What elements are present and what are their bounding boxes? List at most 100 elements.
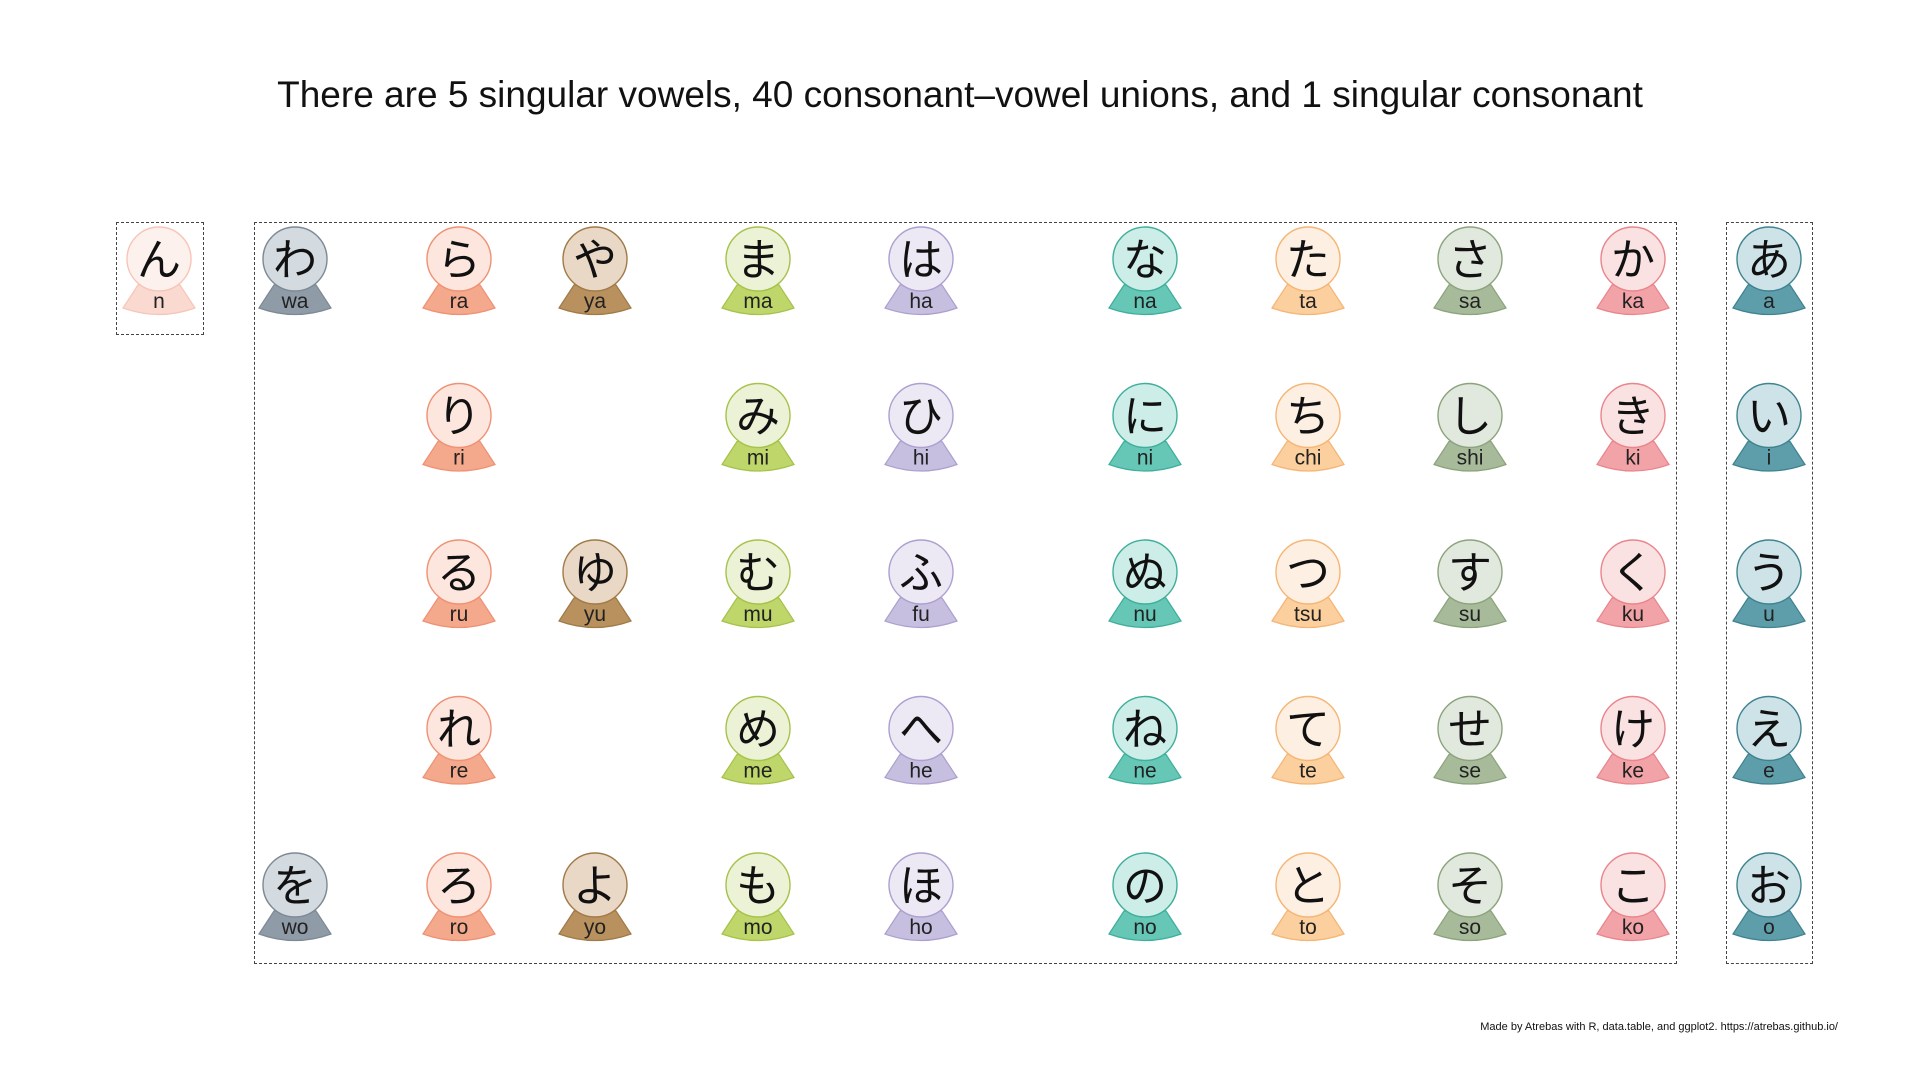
kana-character: ら (437, 235, 481, 286)
kana-tile-ne: ね ne (1108, 695, 1182, 785)
kana-character: す (1448, 548, 1492, 599)
kana-tile-ke: け ke (1596, 695, 1670, 785)
romaji-label: nu (1133, 603, 1156, 626)
kana-tile-se: せ se (1433, 695, 1507, 785)
kana-character: む (736, 548, 780, 599)
kana-tile-ho: ほ ho (884, 852, 958, 942)
kana-character: ね (1123, 705, 1167, 756)
kana-tile-mo: も mo (721, 852, 795, 942)
romaji-label: ra (450, 290, 469, 313)
romaji-label: ma (743, 290, 772, 313)
kana-character: を (273, 861, 317, 912)
kana-character: う (1747, 548, 1791, 599)
romaji-label: yu (584, 603, 606, 626)
kana-tile-to: と to (1271, 852, 1345, 942)
kana-tile-ra: ら ra (422, 226, 496, 316)
kana-tile-ma: ま ma (721, 226, 795, 316)
romaji-label: e (1763, 760, 1775, 783)
kana-character: ぬ (1123, 548, 1167, 599)
romaji-label: ni (1137, 447, 1153, 470)
kana-tile-a: あa (1732, 226, 1806, 316)
kana-character: き (1611, 392, 1655, 443)
kana-character: お (1747, 861, 1791, 912)
kana-tile-wo: を wo (258, 852, 332, 942)
romaji-label: ke (1622, 760, 1644, 783)
kana-character: い (1747, 392, 1791, 443)
kana-tile-he: へ he (884, 695, 958, 785)
kana-character: わ (273, 235, 317, 286)
romaji-label: me (743, 760, 772, 783)
romaji-label: sa (1459, 290, 1482, 313)
kana-character: み (736, 392, 780, 443)
kana-character: せ (1448, 705, 1492, 756)
kana-tile-ki: き ki (1596, 382, 1670, 472)
romaji-label: ru (450, 603, 469, 626)
kana-tile-ha: は ha (884, 226, 958, 316)
romaji-label: to (1299, 916, 1317, 939)
kana-character: る (437, 548, 481, 599)
kana-tile-hi: ひ hi (884, 382, 958, 472)
kana-character: ゆ (573, 548, 617, 599)
kana-character: も (736, 861, 780, 912)
kana-character: め (736, 705, 780, 756)
kana-character: な (1123, 235, 1167, 286)
kana-character: へ (899, 705, 943, 756)
kana-character: の (1123, 861, 1167, 912)
romaji-label: o (1763, 916, 1775, 939)
kana-tile-u: うu (1732, 539, 1806, 629)
kana-character: ふ (899, 548, 943, 599)
kana-tile-su: す su (1433, 539, 1507, 629)
romaji-label: ko (1622, 916, 1644, 939)
kana-character: よ (573, 861, 617, 912)
kana-character: え (1747, 705, 1791, 756)
romaji-label: fu (912, 603, 930, 626)
romaji-label: ku (1622, 603, 1644, 626)
kana-character: ひ (899, 392, 943, 443)
romaji-label: te (1299, 760, 1317, 783)
kana-character: く (1611, 548, 1655, 599)
romaji-label: i (1767, 447, 1772, 470)
romaji-label: na (1133, 290, 1157, 313)
kana-character: り (437, 392, 481, 443)
kana-tile-re: れ re (422, 695, 496, 785)
kana-character: つ (1286, 548, 1330, 599)
kana-tile-ya: や ya (558, 226, 632, 316)
romaji-label: no (1133, 916, 1156, 939)
kana-tile-mu: む mu (721, 539, 795, 629)
romaji-label: su (1459, 603, 1481, 626)
kana-character: れ (437, 705, 481, 756)
romaji-label: yo (584, 916, 606, 939)
kana-character: ろ (437, 861, 481, 912)
kana-tile-mi: み mi (721, 382, 795, 472)
kana-tile-e: えe (1732, 695, 1806, 785)
kana-tile-yo: よ yo (558, 852, 632, 942)
romaji-label: a (1763, 290, 1775, 313)
kana-character: や (573, 235, 617, 286)
romaji-label: n (153, 290, 165, 313)
kana-character: と (1286, 861, 1330, 912)
romaji-label: mu (743, 603, 772, 626)
kana-tile-yu: ゆ yu (558, 539, 632, 629)
kana-tile-ta: た ta (1271, 226, 1345, 316)
romaji-label: wo (281, 916, 309, 939)
romaji-label: ka (1622, 290, 1645, 313)
kana-tile-fu: ふ fu (884, 539, 958, 629)
romaji-label: tsu (1294, 603, 1322, 626)
kana-character: こ (1611, 861, 1655, 912)
romaji-label: hi (913, 447, 929, 470)
romaji-label: ki (1625, 447, 1640, 470)
kana-character: け (1611, 705, 1655, 756)
kana-character: し (1448, 392, 1492, 443)
kana-character: た (1286, 235, 1330, 286)
kana-character: か (1611, 235, 1655, 286)
romaji-label: ta (1299, 290, 1317, 313)
kana-tile-ni: に ni (1108, 382, 1182, 472)
romaji-label: u (1763, 603, 1775, 626)
kana-tile-wa: わ wa (258, 226, 332, 316)
kana-tile-me: め me (721, 695, 795, 785)
kana-tile-ko: こ ko (1596, 852, 1670, 942)
kana-tile-ro: ろ ro (422, 852, 496, 942)
kana-tile-tsu: つ tsu (1271, 539, 1345, 629)
romaji-label: ho (909, 916, 932, 939)
kana-tile-na: な na (1108, 226, 1182, 316)
